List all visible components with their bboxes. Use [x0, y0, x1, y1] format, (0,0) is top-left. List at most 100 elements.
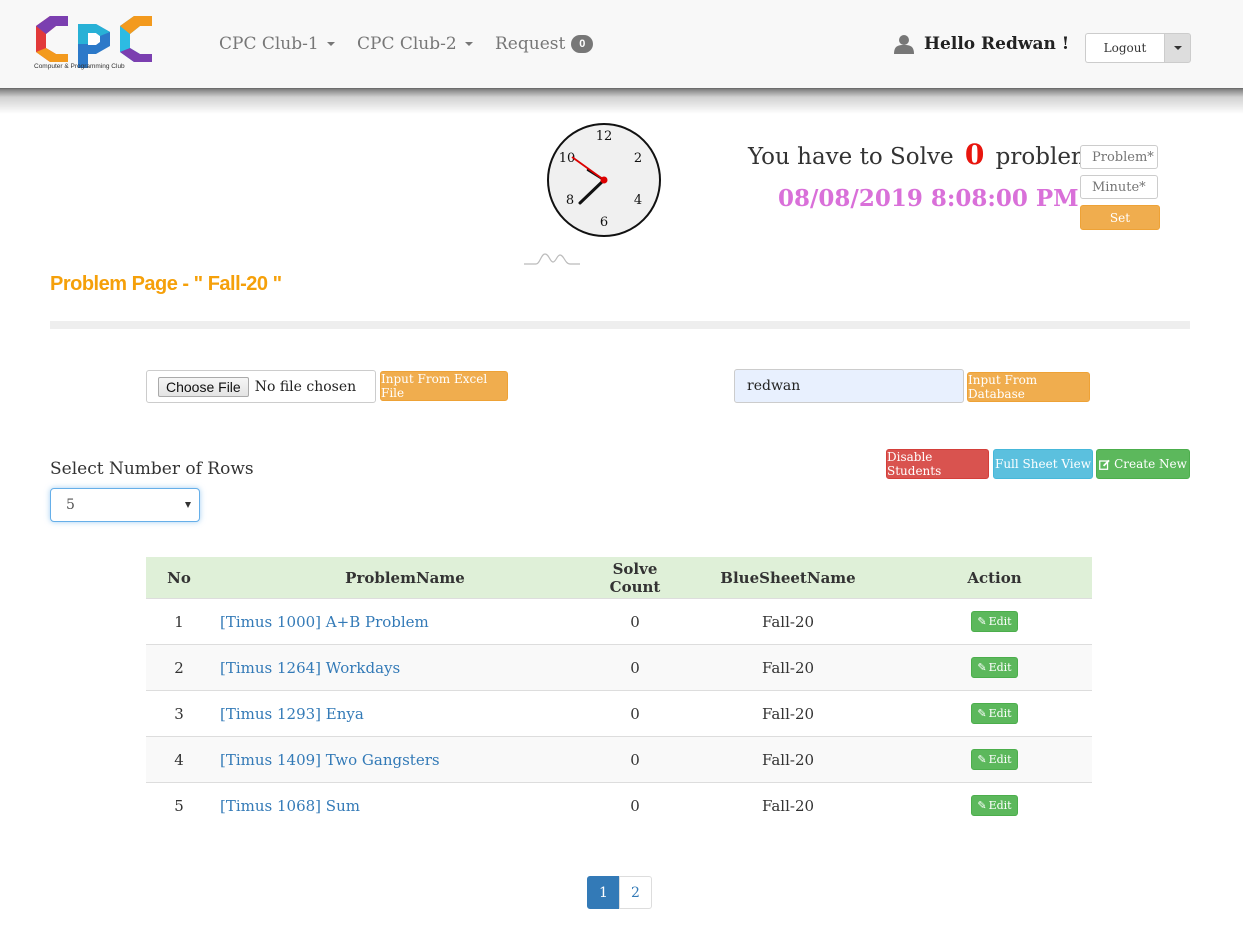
pencil-edit-icon: ✎ — [977, 615, 987, 628]
problem-link[interactable]: [Timus 1293] Enya — [220, 705, 364, 723]
row-no: 2 — [146, 644, 212, 691]
create-new-label: Create New — [1114, 457, 1187, 471]
table-row: 3 [Timus 1293] Enya 0 Fall-20 ✎ Edit — [146, 690, 1092, 737]
table-row: 1 [Timus 1000] A+B Problem 0 Fall-20 ✎ Ed… — [146, 598, 1092, 645]
navbar: Computer & Programming Club CPC Club-1 C… — [0, 0, 1243, 89]
problems-table: No ProblemName Solve Count BlueSheetName… — [146, 557, 1092, 828]
row-sheet-name: Fall-20 — [679, 644, 897, 691]
edit-button[interactable]: ✎ Edit — [971, 795, 1018, 816]
header-action: Action — [897, 557, 1092, 599]
greeting-text: Hello Redwan ! — [924, 34, 1070, 54]
pencil-edit-icon: ✎ — [977, 799, 987, 812]
edit-button[interactable]: ✎ Edit — [971, 611, 1018, 632]
row-no: 5 — [146, 782, 212, 828]
disable-students-button[interactable]: Disable Students — [886, 449, 989, 479]
problem-link[interactable]: [Timus 1264] Workdays — [220, 659, 400, 677]
header-solve-count: Solve Count — [591, 557, 679, 599]
page-title: Problem Page - " Fall-20 " — [50, 273, 282, 295]
solve-goal-text: You have to Solve 0 problems — [748, 138, 1105, 171]
nav-request-label: Request — [495, 34, 566, 54]
divider — [50, 321, 1190, 329]
nav-cpc-club-2[interactable]: CPC Club-2 — [357, 34, 473, 54]
choose-file-button[interactable]: Choose File — [158, 376, 249, 397]
edit-square-icon — [1099, 459, 1110, 470]
clock-number: 12 — [596, 129, 613, 144]
goal-datetime: 08/08/2019 8:08:00 PM — [778, 185, 1079, 212]
table-row: 4 [Timus 1409] Two Gangsters 0 Fall-20 ✎… — [146, 736, 1092, 783]
edit-label: Edit — [988, 707, 1012, 720]
decorative-wave-icon — [524, 253, 580, 265]
clock-number: 8 — [566, 193, 574, 208]
clock-center — [600, 176, 608, 184]
edit-label: Edit — [988, 615, 1012, 628]
row-sheet-name: Fall-20 — [679, 782, 897, 828]
edit-label: Edit — [988, 753, 1012, 766]
rows-select-label: Select Number of Rows — [50, 459, 254, 479]
full-sheet-view-label: Full Sheet View — [995, 457, 1091, 471]
logo-subtitle: Computer & Programming Club — [34, 63, 125, 70]
row-no: 4 — [146, 736, 212, 783]
table-row: 5 [Timus 1068] Sum 0 Fall-20 ✎ Edit — [146, 782, 1092, 828]
rows-select-value: 5 — [66, 497, 75, 513]
logout-dropdown-toggle[interactable] — [1164, 33, 1191, 63]
clock-number: 4 — [634, 193, 642, 208]
rows-select[interactable]: 5 — [50, 488, 200, 522]
edit-button[interactable]: ✎ Edit — [971, 657, 1018, 678]
create-new-button[interactable]: Create New — [1096, 449, 1190, 479]
request-count-badge: 0 — [571, 35, 594, 53]
pencil-edit-icon: ✎ — [977, 661, 987, 674]
problem-count-input[interactable] — [1080, 145, 1158, 169]
page-link-1[interactable]: 1 — [587, 876, 620, 909]
disable-students-label: Disable Students — [887, 450, 942, 478]
pagination: 1 2 — [587, 876, 652, 909]
row-solve-count: 0 — [591, 644, 679, 691]
database-username-input[interactable]: redwan — [734, 369, 964, 403]
problem-link[interactable]: [Timus 1000] A+B Problem — [220, 613, 429, 631]
cpc-logo[interactable]: Computer & Programming Club — [34, 14, 160, 70]
solve-count: 0 — [964, 138, 985, 171]
input-from-database-button[interactable]: Input From Database — [967, 372, 1090, 402]
nav-cpc-club-1[interactable]: CPC Club-1 — [219, 34, 335, 54]
row-sheet-name: Fall-20 — [679, 736, 897, 783]
edit-button[interactable]: ✎ Edit — [971, 703, 1018, 724]
full-sheet-view-button[interactable]: Full Sheet View — [993, 449, 1093, 479]
header-bluesheet-name: BlueSheetName — [679, 557, 897, 599]
header-no: No — [146, 557, 212, 599]
minute-input[interactable] — [1080, 175, 1158, 199]
problem-link[interactable]: [Timus 1068] Sum — [220, 797, 360, 815]
row-no: 1 — [146, 598, 212, 645]
row-solve-count: 0 — [591, 690, 679, 737]
logout-group: Logout — [1085, 33, 1191, 63]
logout-button[interactable]: Logout — [1085, 33, 1164, 63]
set-button[interactable]: Set — [1080, 205, 1160, 230]
caret-down-icon — [326, 42, 335, 46]
select-arrow-icon — [185, 502, 191, 508]
edit-label: Edit — [988, 661, 1012, 674]
caret-down-icon — [464, 42, 473, 46]
row-no: 3 — [146, 690, 212, 737]
user-icon — [894, 35, 914, 54]
file-status: No file chosen — [254, 378, 357, 395]
edit-button[interactable]: ✎ Edit — [971, 749, 1018, 770]
pencil-edit-icon: ✎ — [977, 753, 987, 766]
page-link-2[interactable]: 2 — [619, 876, 652, 909]
table-row: 2 [Timus 1264] Workdays 0 Fall-20 ✎ Edit — [146, 644, 1092, 691]
row-solve-count: 0 — [591, 736, 679, 783]
navbar-shadow — [0, 88, 1243, 114]
analog-clock: 12 2 4 6 8 10 — [547, 123, 661, 237]
clock-number: 6 — [600, 215, 608, 230]
nav-cpc-club-2-label: CPC Club-2 — [357, 34, 457, 54]
row-solve-count: 0 — [591, 782, 679, 828]
input-from-excel-button[interactable]: Input From Excel File — [380, 371, 508, 401]
solve-prefix: You have to Solve — [748, 144, 954, 170]
user-greeting: Hello Redwan ! — [894, 34, 1069, 54]
pencil-edit-icon: ✎ — [977, 707, 987, 720]
caret-down-icon — [1173, 46, 1182, 50]
edit-label: Edit — [988, 799, 1012, 812]
table-header-row: No ProblemName Solve Count BlueSheetName… — [146, 557, 1092, 599]
file-input[interactable]: Choose File No file chosen — [146, 370, 376, 403]
clock-number: 2 — [634, 151, 642, 166]
nav-cpc-club-1-label: CPC Club-1 — [219, 34, 319, 54]
problem-link[interactable]: [Timus 1409] Two Gangsters — [220, 751, 440, 769]
nav-request[interactable]: Request 0 — [495, 34, 594, 54]
